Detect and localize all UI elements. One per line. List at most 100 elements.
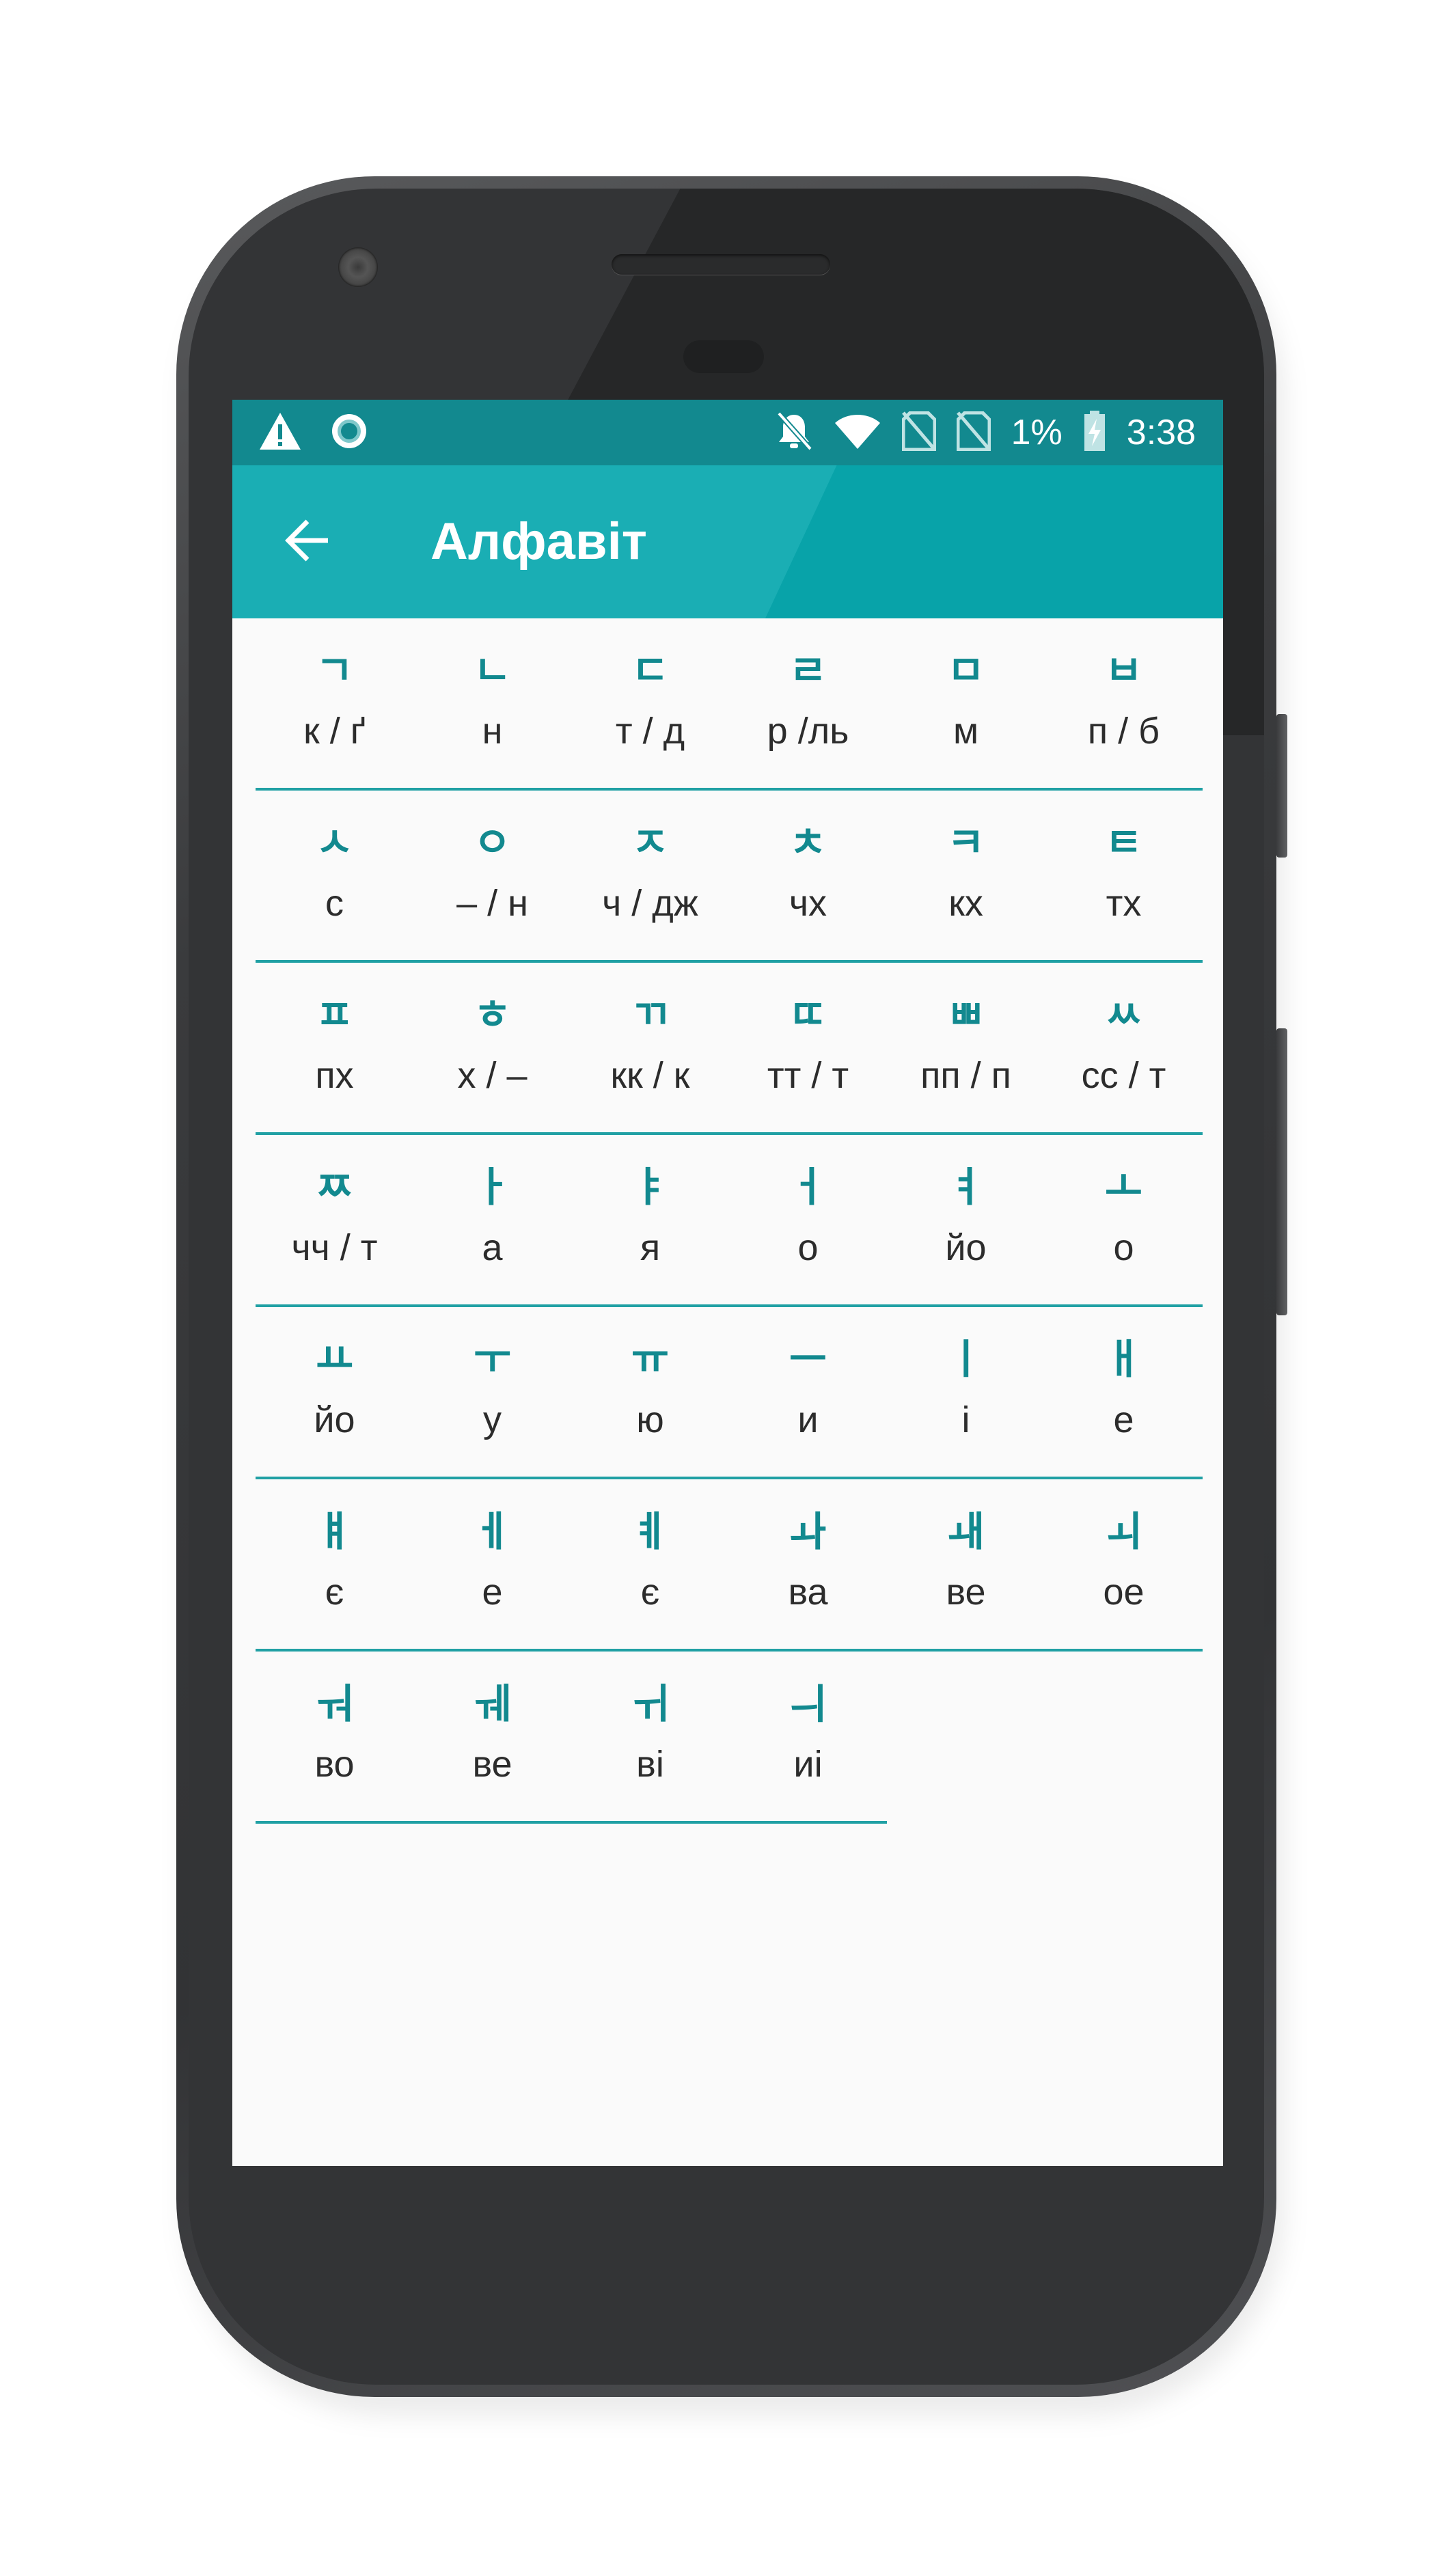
letter-cell[interactable]: ㅜу bbox=[413, 1307, 571, 1479]
letter-cell[interactable]: ㅓо bbox=[729, 1135, 887, 1307]
alphabet-grid: ㄱ к / ґ ㄴн ㄷ т / д ㄹ р /ль ㅁ м ㅂ п / б ㅅ с ㅇ – / н ㅈ ч /… bbox=[256, 618, 1203, 1824]
hangul-letter: ㅢ bbox=[789, 1680, 827, 1728]
transliteration: и bbox=[797, 1399, 819, 1440]
transliteration: о bbox=[797, 1227, 819, 1268]
front-camera bbox=[338, 247, 378, 287]
letter-cell[interactable]: ㅔе bbox=[413, 1479, 571, 1652]
letter-cell[interactable]: ㄹ р /ль bbox=[729, 618, 887, 791]
letter-cell[interactable]: ㅡи bbox=[729, 1307, 887, 1479]
transliteration: є bbox=[325, 1572, 344, 1613]
letter-cell[interactable]: ㅢ иі bbox=[729, 1652, 887, 1824]
transliteration: ве bbox=[946, 1572, 986, 1613]
letter-cell[interactable]: ㅏа bbox=[413, 1135, 571, 1307]
alphabet-row: ㅝ во ㅞ ве ㅟ ві ㅢ иі bbox=[256, 1652, 1203, 1824]
hangul-letter: ㅠ bbox=[631, 1336, 670, 1384]
transliteration: я bbox=[640, 1227, 661, 1268]
letter-cell[interactable]: ㅂ п / б bbox=[1045, 618, 1203, 791]
proximity-sensor bbox=[683, 340, 764, 373]
letter-cell[interactable]: ㅉ чч / т bbox=[256, 1135, 413, 1307]
letter-cell[interactable]: ㅇ – / н bbox=[413, 791, 571, 963]
transliteration: ві bbox=[636, 1744, 664, 1785]
letter-cell[interactable]: ㅃ пп / п bbox=[887, 963, 1045, 1135]
alphabet-row: ㅒ є ㅔ е ㅖ є ㅘ ва ㅙ ве ㅚ ое bbox=[256, 1479, 1203, 1652]
wifi-icon bbox=[834, 412, 881, 453]
alphabet-row: ㅍ пх ㅎ х / – ㄲ кк / к ㄸ тт / т ㅃ пп / п ㅆ сс / т bbox=[256, 963, 1203, 1135]
battery-charging-icon bbox=[1083, 411, 1106, 454]
hangul-letter: ㅅ bbox=[315, 819, 354, 867]
hangul-letter: ㅕ bbox=[946, 1164, 985, 1211]
hangul-letter: ㅔ bbox=[473, 1508, 512, 1556]
clock: 3:38 bbox=[1126, 413, 1196, 452]
page-title: Алфавіт bbox=[430, 512, 647, 571]
transliteration: і bbox=[961, 1399, 970, 1440]
transliteration: тх bbox=[1106, 883, 1142, 924]
letter-cell[interactable]: ㅒє bbox=[256, 1479, 413, 1652]
hangul-letter: ㅆ bbox=[1104, 991, 1143, 1039]
letter-cell[interactable]: ㄲ кк / к bbox=[571, 963, 729, 1135]
transliteration: е bbox=[1113, 1399, 1134, 1440]
transliteration: о bbox=[1113, 1227, 1134, 1268]
transliteration: с bbox=[325, 883, 344, 924]
transliteration: п / б bbox=[1087, 711, 1160, 752]
letter-cell[interactable]: ㅆ сс / т bbox=[1045, 963, 1203, 1135]
status-bar: 1% 3:38 bbox=[232, 400, 1223, 465]
hangul-letter: ㄹ bbox=[789, 647, 827, 695]
letter-cell[interactable]: ㄴн bbox=[413, 618, 571, 791]
hangul-letter: ㅌ bbox=[1104, 819, 1143, 867]
letter-cell[interactable]: ㅖє bbox=[571, 1479, 729, 1652]
letter-cell[interactable]: ㅕ йо bbox=[887, 1135, 1045, 1307]
letter-cell[interactable]: ㅛ йо bbox=[256, 1307, 413, 1479]
letter-cell[interactable]: ㅞ ве bbox=[413, 1652, 571, 1824]
letter-cell[interactable]: ㅣі bbox=[887, 1307, 1045, 1479]
transliteration: иі bbox=[793, 1744, 823, 1785]
hangul-letter: ㄸ bbox=[789, 991, 827, 1039]
letter-cell[interactable]: ㅟ ві bbox=[571, 1652, 729, 1824]
letter-cell[interactable]: ㅗо bbox=[1045, 1135, 1203, 1307]
transliteration: кк / к bbox=[610, 1055, 690, 1096]
transliteration: – / н bbox=[456, 883, 528, 924]
no-sim-icon bbox=[901, 411, 937, 454]
back-button[interactable] bbox=[273, 508, 342, 576]
transliteration: йо bbox=[314, 1399, 355, 1440]
letter-cell[interactable]: ㅚ ое bbox=[1045, 1479, 1203, 1652]
hangul-letter: ㅗ bbox=[1104, 1164, 1143, 1211]
letter-cell[interactable]: ㅁм bbox=[887, 618, 1045, 791]
no-sim-icon bbox=[956, 411, 991, 454]
hangul-letter: ㅉ bbox=[315, 1164, 354, 1211]
transliteration: х / – bbox=[457, 1055, 528, 1096]
transliteration: у bbox=[483, 1399, 502, 1440]
hangul-letter: ㅈ bbox=[631, 819, 670, 867]
alphabet-row: ㅛ йо ㅜ у ㅠ ю ㅡ и ㅣ і ㅐ е bbox=[256, 1307, 1203, 1479]
transliteration: н bbox=[482, 711, 503, 752]
transliteration: а bbox=[482, 1227, 503, 1268]
hangul-letter: ㅝ bbox=[315, 1680, 354, 1728]
alphabet-row: ㅅ с ㅇ – / н ㅈ ч / дж ㅊ чх ㅋ кх ㅌ тх bbox=[256, 791, 1203, 963]
letter-cell[interactable]: ㅎ х / – bbox=[413, 963, 571, 1135]
letter-cell[interactable]: ㄷ т / д bbox=[571, 618, 729, 791]
transliteration: р /ль bbox=[767, 711, 849, 752]
letter-cell[interactable]: ㅈ ч / дж bbox=[571, 791, 729, 963]
hangul-letter: ㄲ bbox=[631, 991, 670, 1039]
transliteration: во bbox=[314, 1744, 355, 1785]
transliteration: пп / п bbox=[920, 1055, 1011, 1096]
letter-cell[interactable]: ㅊ чх bbox=[729, 791, 887, 963]
hangul-letter: ㅓ bbox=[789, 1164, 827, 1211]
letter-cell[interactable]: ㄸ тт / т bbox=[729, 963, 887, 1135]
letter-cell[interactable]: ㅋ кх bbox=[887, 791, 1045, 963]
transliteration: йо bbox=[945, 1227, 987, 1268]
circle-status-icon bbox=[329, 411, 369, 454]
letter-cell[interactable]: ㅐе bbox=[1045, 1307, 1203, 1479]
letter-cell[interactable]: ㅌ тх bbox=[1045, 791, 1203, 963]
letter-cell[interactable]: ㅠю bbox=[571, 1307, 729, 1479]
letter-cell[interactable]: ㅑя bbox=[571, 1135, 729, 1307]
letter-cell[interactable]: ㅅс bbox=[256, 791, 413, 963]
status-right: 1% 3:38 bbox=[775, 411, 1196, 454]
letter-cell[interactable]: ㅙ ве bbox=[887, 1479, 1045, 1652]
letter-cell[interactable]: ㅝ во bbox=[256, 1652, 413, 1824]
letter-cell[interactable]: ㅍ пх bbox=[256, 963, 413, 1135]
hangul-letter: ㅊ bbox=[789, 819, 827, 867]
letter-cell[interactable]: ㅘ ва bbox=[729, 1479, 887, 1652]
screen: 1% 3:38 Алфавіт ㄱ к / ґ ㄴн ㄷ т / д ㄹ р /ль ㅁм bbox=[232, 400, 1223, 2166]
app-bar: Алфавіт bbox=[232, 465, 1223, 618]
letter-cell[interactable]: ㄱ к / ґ bbox=[256, 618, 413, 791]
